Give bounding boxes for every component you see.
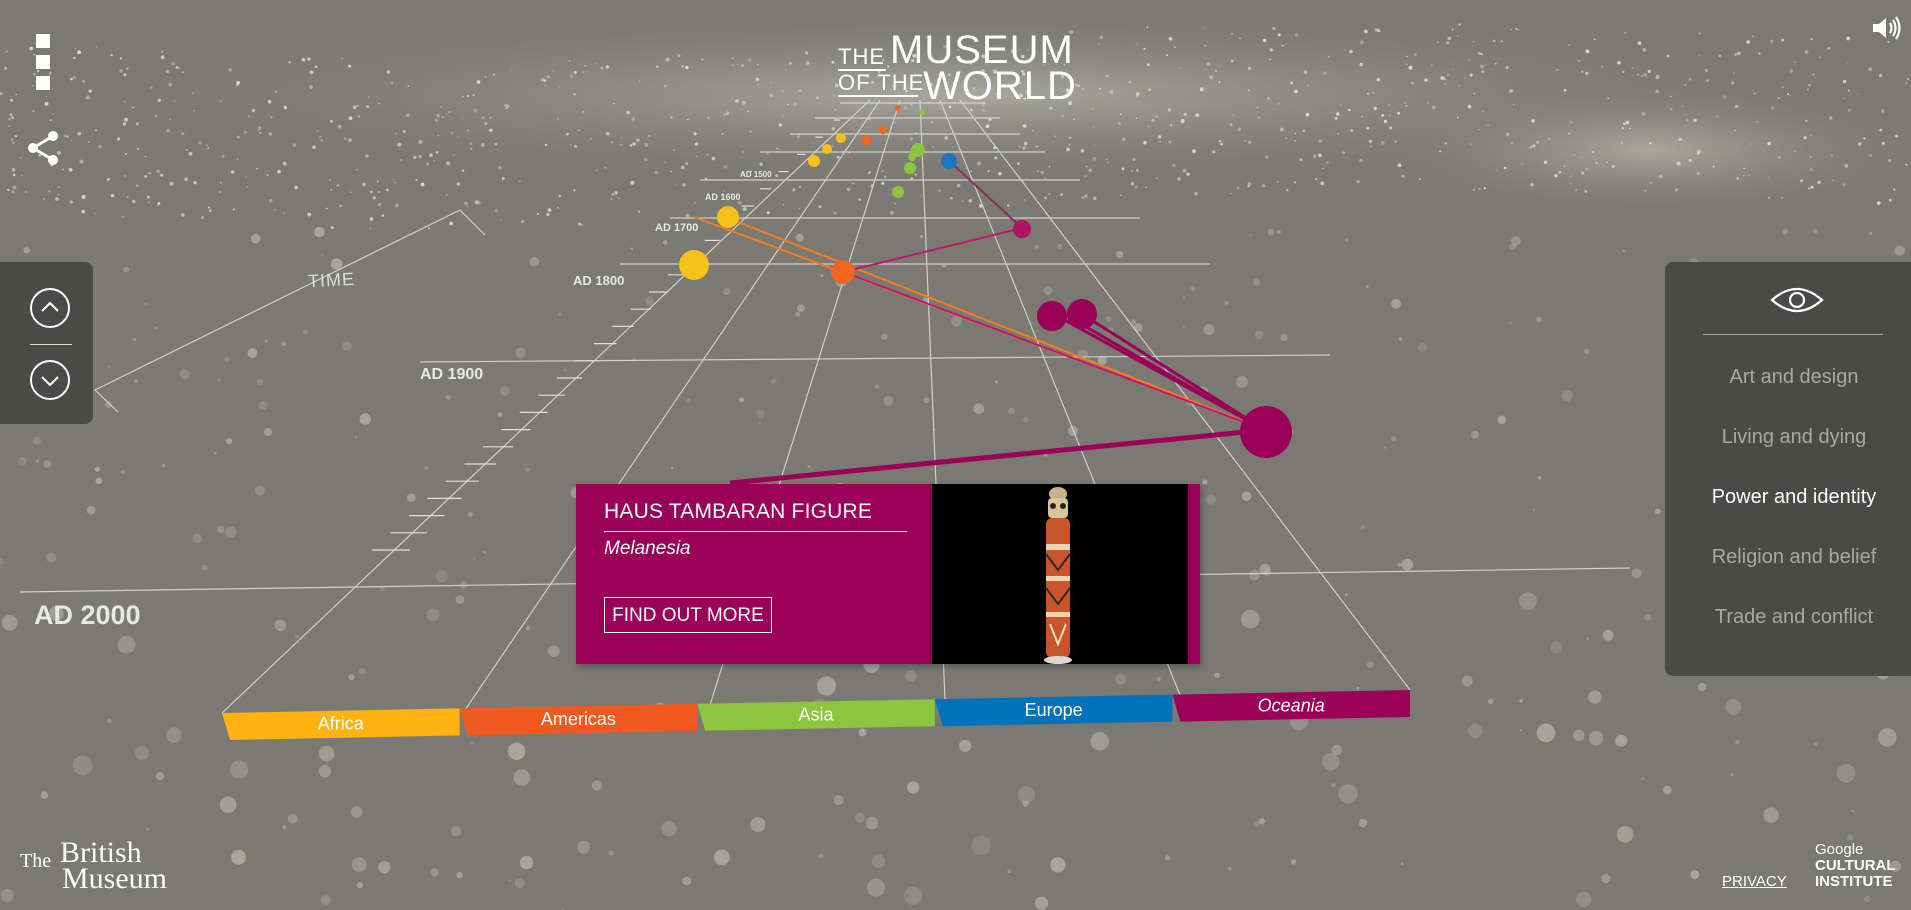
logo-world: WORLD [923, 64, 1077, 108]
date-label-1600: AD 1600 [705, 192, 741, 202]
region-label-americas: Americas [541, 709, 616, 729]
region-label-europe: Europe [1025, 700, 1083, 720]
nav-divider [30, 344, 72, 345]
date-label-1900: AD 1900 [420, 366, 484, 383]
google-cultural-institute-logo[interactable]: Google CULTURAL INSTITUTE [1815, 842, 1907, 890]
menu-bar [36, 76, 50, 90]
filter-divider [1703, 334, 1883, 335]
filter-art-and-design[interactable]: Art and design [1665, 366, 1911, 389]
object-image[interactable] [932, 484, 1188, 664]
timeline-scene: Africa Americas Asia Europe Oceania [0, 0, 1911, 910]
logo-the: THE [838, 44, 885, 69]
google-word: Google [1815, 841, 1864, 858]
menu-bar [36, 34, 50, 48]
logo-of-the: OF THE [838, 70, 925, 95]
region-label-africa: Africa [318, 714, 365, 734]
filter-trade-and-conflict[interactable]: Trade and conflict [1665, 606, 1911, 629]
time-navigation-panel [0, 262, 93, 424]
filter-living-and-dying[interactable]: Living and dying [1665, 426, 1911, 449]
time-axis-label: TIME [307, 268, 356, 292]
date-label-2000: AD 2000 [34, 600, 141, 630]
museum-of-the-world-logo[interactable]: THE OF THE MUSEUM WORLD [838, 30, 1078, 108]
eye-icon[interactable] [1769, 284, 1825, 316]
theme-filter-panel: Art and design Living and dying Power an… [1665, 262, 1911, 676]
haus-tambaran-figure-image [932, 484, 1188, 664]
date-label-1800: AD 1800 [573, 273, 625, 288]
chevron-up-icon [41, 301, 59, 312]
object-info-card[interactable]: HAUS TAMBARAN FIGURE Melanesia FIND OUT … [576, 484, 1200, 664]
card-divider [604, 531, 907, 532]
scroll-up-button[interactable] [30, 288, 70, 328]
bm-museum: Museum [62, 862, 167, 895]
sound-icon[interactable] [1871, 14, 1903, 42]
logo-rule [838, 95, 918, 97]
cultural-word: CULTURAL [1815, 857, 1896, 874]
menu-bar [36, 55, 50, 69]
region-label-asia: Asia [798, 705, 834, 725]
british-museum-logo[interactable]: The British Museum [20, 836, 190, 896]
institute-word: INSTITUTE [1815, 873, 1893, 890]
date-label-1500: AD 1500 [740, 170, 772, 179]
region-label-oceania: Oceania [1258, 695, 1325, 715]
share-icon[interactable] [26, 130, 60, 166]
date-label-1700: AD 1700 [655, 222, 699, 234]
object-title: HAUS TAMBARAN FIGURE [604, 500, 873, 523]
menu-icon[interactable] [36, 34, 56, 96]
filter-power-and-identity[interactable]: Power and identity [1665, 486, 1911, 509]
privacy-link[interactable]: PRIVACY [1722, 873, 1787, 890]
scroll-down-button[interactable] [30, 360, 70, 400]
find-out-more-button[interactable]: FIND OUT MORE [604, 597, 772, 633]
object-region: Melanesia [604, 538, 691, 559]
filter-religion-and-belief[interactable]: Religion and belief [1665, 546, 1911, 569]
chevron-down-icon [41, 376, 59, 387]
bm-the: The [20, 850, 52, 872]
